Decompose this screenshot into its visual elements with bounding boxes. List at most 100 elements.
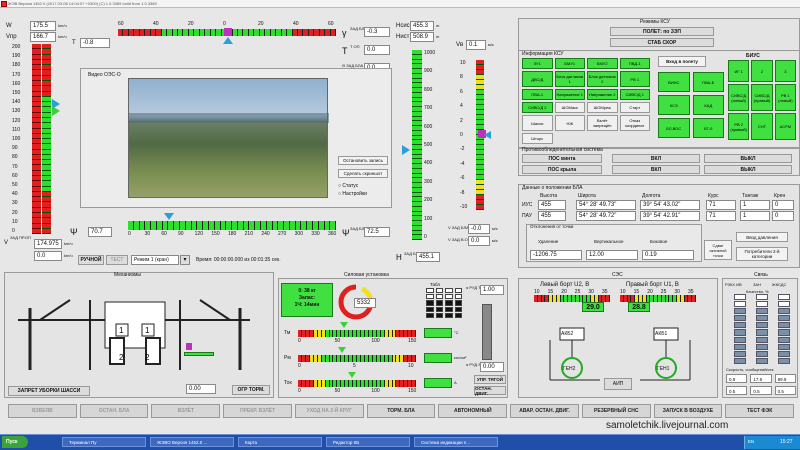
aip-button[interactable]: АИП: [604, 378, 632, 390]
brake-limit-button[interactable]: ОГР ТОРМ.: [232, 385, 270, 395]
ksu-mid-cell[interactable]: ПВА-Б: [692, 72, 724, 92]
mini-bar: [426, 288, 434, 319]
ksu-status-cell[interactable]: Блок датчиков 1: [554, 71, 585, 87]
bar-segment: [476, 205, 484, 210]
bius-cell[interactable]: 3: [774, 60, 796, 82]
anti-ice-label: ПОС крыла: [522, 165, 602, 174]
brake-value[interactable]: 0.00: [186, 384, 216, 394]
anti-ice-off-button[interactable]: ВЫКЛ: [704, 154, 792, 163]
anti-ice-on-button[interactable]: ВКЛ: [612, 165, 700, 174]
ksu-status-cell[interactable]: СИВС/Д 1: [619, 89, 650, 100]
command-button[interactable]: ВЗЛЁТ: [151, 404, 221, 418]
flight-mode-button[interactable]: ПОЛЕТ: по ЗЭП: [610, 27, 714, 36]
ksu-status-cell[interactable]: БМУ2: [587, 58, 618, 69]
ksu-mid-cell[interactable]: КСЭ: [658, 95, 690, 115]
bius-cell[interactable]: 2: [751, 60, 773, 82]
ksu-status-cell[interactable]: РВ 1: [619, 71, 650, 87]
command-button[interactable]: ВЗВЕЯВ: [8, 404, 77, 418]
ksu-status-cell[interactable]: НЖ: [554, 115, 585, 131]
command-button[interactable]: ПРЕКР. ВЗЛЁТ: [223, 404, 292, 418]
bius-cell[interactable]: РВ 2 (правый): [728, 113, 750, 140]
video-horizon: [129, 113, 329, 123]
ksu-status-cell[interactable]: Шасси: [522, 115, 553, 131]
ksu-status-cell[interactable]: Напряжение 2: [587, 89, 618, 100]
pressure-input-button[interactable]: Ввод давления: [736, 232, 788, 242]
chevron-down-icon[interactable]: ▾: [180, 255, 190, 265]
scale-tick: 100: [371, 338, 380, 344]
anti-ice-off-button[interactable]: ВЫКЛ: [704, 165, 792, 174]
ksu-status-cell[interactable]: ПВА-1: [522, 89, 553, 100]
vy-unit: м/с: [488, 42, 494, 47]
ksu-status-cell[interactable]: Напряжение 1: [554, 89, 585, 100]
alpha2-value[interactable]: 0.00: [480, 362, 504, 372]
alpha-value[interactable]: 1.00: [480, 285, 504, 295]
deviation-title: Отклонения от точки: [530, 224, 574, 229]
taskbar-item[interactable]: Редактор КБ: [326, 437, 410, 447]
ksu-status-cell[interactable]: СИВС/Д 2: [522, 102, 553, 113]
taskbar-item[interactable]: Терминал Пу: [62, 437, 146, 447]
v-zad-input[interactable]: 0.0: [34, 251, 62, 261]
tok-value-box: [424, 378, 452, 388]
comm-bar-segment: [778, 336, 790, 343]
ksu-mid-cell[interactable]: ВИНС: [658, 72, 690, 92]
deviation-value: 0.19: [642, 250, 694, 260]
command-button[interactable]: РЕЗЕРВНЫЙ СНС: [581, 404, 651, 418]
scale-tick: 10: [460, 60, 466, 66]
command-button[interactable]: ТЕСТ ФЭК: [725, 404, 795, 418]
ksu-mid-cell[interactable]: КАД: [692, 95, 724, 115]
command-button[interactable]: УХОД НА 2-Й КРУГ: [294, 404, 364, 418]
command-button[interactable]: АВТОНОМНЫЙ: [438, 404, 508, 418]
lang-indicator[interactable]: EN: [748, 438, 754, 446]
bius-cell[interactable]: СИВС/Д (левый): [728, 84, 750, 111]
taskbar-item[interactable]: Карта: [238, 437, 322, 447]
ksu-mid-cell[interactable]: БГ-0: [692, 118, 724, 138]
stab-speed-button[interactable]: СТАБ СКОР: [610, 38, 714, 47]
taskbar-item[interactable]: ЖЭВО Версия 1452.0 ...: [150, 437, 234, 447]
command-button[interactable]: ОСТАН. БЛА: [79, 404, 149, 418]
anti-ice-on-button[interactable]: ВКЛ: [612, 154, 700, 163]
brake-marker-icon: [186, 343, 192, 350]
start-button[interactable]: Пуск: [2, 436, 28, 448]
ksu-status-cell[interactable]: ДВС/Д: [522, 71, 553, 87]
stop-record-button[interactable]: Остановить запись: [338, 156, 388, 165]
comm-bar-segment: [734, 308, 746, 315]
bius-cell[interactable]: СНТ: [751, 113, 773, 140]
status-radio[interactable]: ○ Статус: [338, 182, 358, 190]
command-button[interactable]: АВАР. ОСТАН. ДВИГ.: [510, 404, 579, 418]
mode-select[interactable]: Режим 1 (кран): [131, 255, 179, 265]
ksu-status-cell[interactable]: Блок датчиков 2: [587, 71, 618, 87]
command-button[interactable]: ЗАПУСК В ВОЗДУХЕ: [653, 404, 723, 418]
settings-radio[interactable]: ○ Настройки: [338, 190, 367, 198]
thrust-control-button[interactable]: УПР. ТЯГОЙ: [474, 375, 506, 384]
ksu-status-cell[interactable]: БМУ1: [554, 58, 585, 69]
flight-entry-button[interactable]: Вход в полету: [658, 56, 706, 67]
ksu-status-cell[interactable]: Старт: [619, 102, 650, 113]
command-button[interactable]: ТОРМ. БЛА: [366, 404, 436, 418]
scale-tick: 6: [460, 88, 463, 95]
consumers-button[interactable]: Потребители 2-й категории: [736, 247, 788, 261]
test-button[interactable]: ТЕСТ: [106, 255, 128, 265]
taskbar-item[interactable]: Система индикации п...: [414, 437, 498, 447]
tm-pointer-icon: [340, 322, 348, 328]
scale-tick: 200: [424, 197, 433, 204]
comm-bar-segment: [734, 329, 746, 336]
ksu-status-cell[interactable]: ШОМаск: [554, 102, 585, 113]
screenshot-button[interactable]: Сделать скриншот: [338, 169, 388, 178]
scale-tick: 0: [128, 231, 131, 237]
ksu-status-cell[interactable]: Отказ координат: [619, 115, 650, 131]
bius-cell[interactable]: АСРМ: [774, 113, 796, 140]
bius-cell[interactable]: ИГ 1: [728, 60, 750, 82]
manual-button[interactable]: РУЧНОЙ: [78, 255, 104, 265]
engine-stop-button[interactable]: ОСТАН. ДВИГ.: [474, 386, 506, 396]
ksu-status-cell[interactable]: ШОМреж: [587, 102, 618, 113]
ksu-status-cell[interactable]: Шторс: [522, 133, 553, 144]
bius-cell[interactable]: СИВС/Д (правый): [751, 84, 773, 111]
ksu-status-cell[interactable]: ЗУ1: [522, 58, 553, 69]
shift-point-button[interactable]: Сдвиг активной точки: [704, 240, 732, 260]
bius-cell[interactable]: РВ 1 (левый): [774, 84, 796, 111]
ksu-status-cell[interactable]: ПВД-1: [619, 58, 650, 69]
gear-lock-button[interactable]: ЗАПРЕТ УБОРКИ ШАССИ: [8, 386, 90, 396]
ksu-status-cell[interactable]: Взлёт запрещён: [587, 115, 618, 131]
alpha-slider[interactable]: [482, 304, 492, 360]
ksu-mid-cell[interactable]: БЛ-ВОС: [658, 118, 690, 138]
